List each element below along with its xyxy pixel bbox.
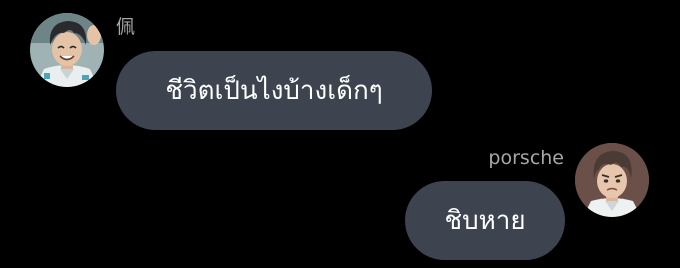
- chat-window: 佩 ชีวิตเป็นไงบ้างเด็กๆ porsche ชิบหาย: [0, 0, 680, 268]
- sender-name-right: porsche: [488, 147, 564, 169]
- avatar-brown-hair-frowning-man-icon[interactable]: [575, 143, 649, 217]
- avatar-dark-hair-smiling-man-icon[interactable]: [30, 13, 104, 87]
- sender-name-left: 佩: [116, 16, 136, 38]
- message-bubble-right[interactable]: ชิบหาย: [405, 181, 565, 260]
- message-bubble-left[interactable]: ชีวิตเป็นไงบ้างเด็กๆ: [116, 51, 432, 130]
- avatar-image: [575, 143, 649, 217]
- avatar-image: [30, 13, 104, 87]
